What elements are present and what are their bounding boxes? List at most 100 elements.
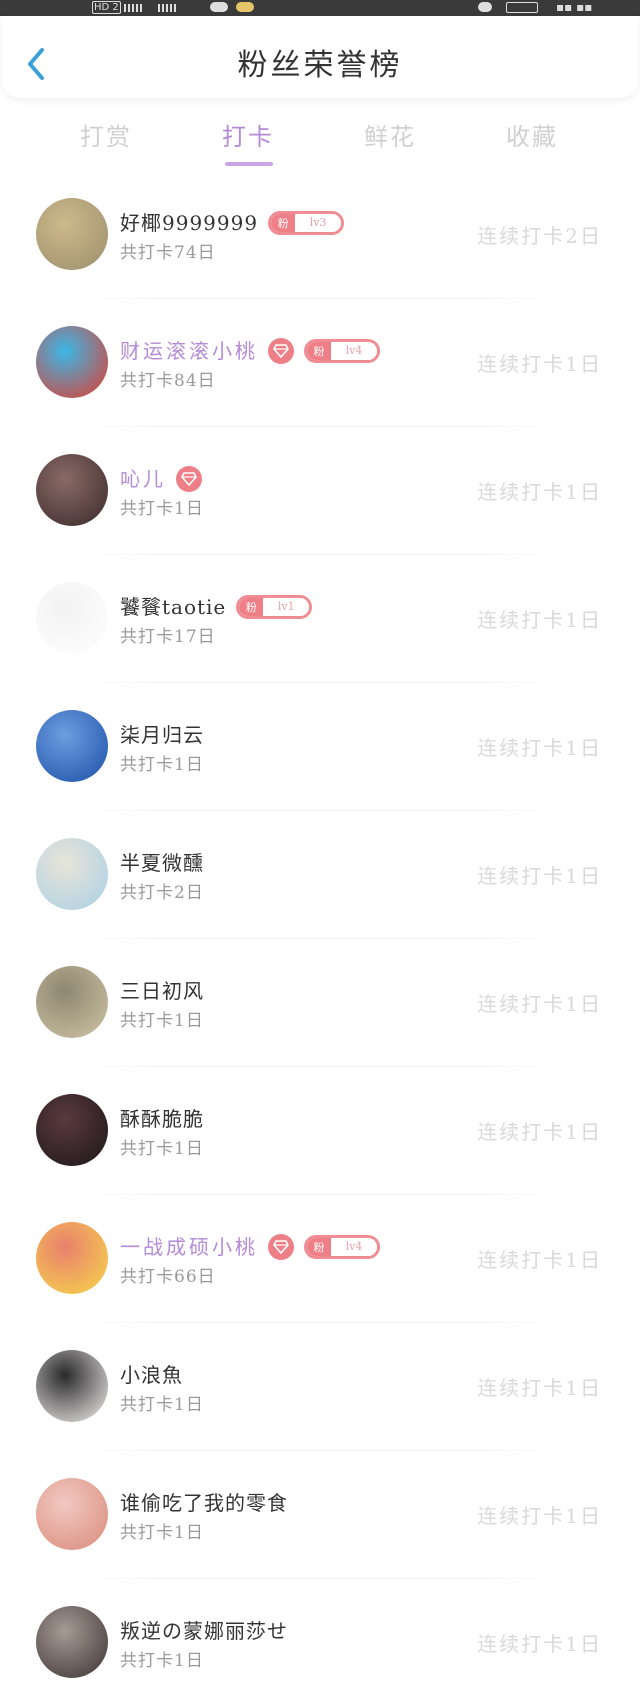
username: 一战成硕小桃 <box>120 1235 258 1259</box>
total-checkin-days: 共打卡1日 <box>120 1139 204 1159</box>
list-item[interactable]: 酥酥脆脆共打卡1日 连续打卡1日 <box>0 1078 640 1206</box>
list-item[interactable]: 叛逆の蒙娜丽莎せ共打卡1日 连续打卡1日 <box>0 1590 640 1705</box>
top-bar: 粉丝荣誉榜 <box>2 16 638 98</box>
tab-bar: 打赏 打卡 鲜花 收藏 <box>0 112 640 168</box>
fan-badge-prefix: 粉 <box>271 214 296 232</box>
fan-badge-prefix: 粉 <box>307 1238 331 1256</box>
name-line: 饕餮taotie 粉 lv1 <box>120 592 313 622</box>
name-line: 小浪魚 <box>120 1360 183 1390</box>
row-divider <box>80 682 560 683</box>
name-line: 财运滚滚小桃 粉 lv4 <box>120 336 380 366</box>
username: 三日初风 <box>120 979 204 1003</box>
list-item[interactable]: 小浪魚 共打卡1日 连续打卡1日 <box>0 1334 640 1462</box>
username: 谁偷吃了我的零食 <box>120 1491 288 1515</box>
avatar[interactable] <box>36 1606 108 1678</box>
name-line: 好椰9999999 粉 lv3 <box>120 208 345 238</box>
avatar[interactable] <box>36 1350 108 1422</box>
wifi-icon <box>210 2 228 12</box>
avatar[interactable] <box>36 454 108 526</box>
fan-level-text: lv3 <box>295 214 342 232</box>
list-item[interactable]: 半夏微醺 共打卡2日 连续打卡1日 <box>0 822 640 950</box>
total-checkin-days: 共打卡1日 <box>120 499 204 519</box>
avatar[interactable] <box>36 326 108 398</box>
avatar[interactable] <box>36 838 108 910</box>
avatar[interactable] <box>36 582 108 654</box>
active-tab-indicator <box>225 162 273 166</box>
total-checkin-days: 共打卡1日 <box>120 1651 204 1671</box>
consecutive-checkin-days: 连续打卡1日 <box>477 1376 602 1400</box>
avatar[interactable] <box>36 1094 108 1166</box>
diamond-icon <box>176 466 202 492</box>
name-line: 三日初风 <box>120 976 204 1006</box>
fan-level-badge: 粉 lv4 <box>304 1235 380 1259</box>
list-item[interactable]: 谁偷吃了我的零食共打卡1日 连续打卡1日 <box>0 1462 640 1590</box>
row-divider <box>80 1194 560 1195</box>
page-title: 粉丝荣誉榜 <box>237 48 403 83</box>
username: 酥酥脆脆 <box>120 1107 204 1131</box>
row-divider <box>80 554 560 555</box>
total-checkin-days: 共打卡2日 <box>120 883 204 903</box>
total-checkin-days: 共打卡1日 <box>120 1011 204 1031</box>
username: 吣儿 <box>120 467 166 491</box>
consecutive-checkin-days: 连续打卡2日 <box>477 224 602 248</box>
avatar[interactable] <box>36 966 108 1038</box>
row-divider <box>80 1322 560 1323</box>
consecutive-checkin-days: 连续打卡1日 <box>477 1120 602 1144</box>
name-line: 吣儿 <box>120 464 202 494</box>
diamond-icon <box>268 338 294 364</box>
consecutive-checkin-days: 连续打卡1日 <box>477 1504 602 1528</box>
row-divider <box>80 810 560 811</box>
name-line: 酥酥脆脆 <box>120 1104 204 1134</box>
fan-badge-prefix: 粉 <box>239 598 264 616</box>
signal-icon <box>158 4 176 12</box>
clock-icon: ▪▪ ▪▪ <box>556 0 593 14</box>
list-item[interactable]: 一战成硕小桃 粉 lv4 共打卡66日 连续打卡1日 <box>0 1206 640 1334</box>
total-checkin-days: 共打卡1日 <box>120 755 204 775</box>
username: 半夏微醺 <box>120 851 204 875</box>
total-checkin-days: 共打卡74日 <box>120 243 216 263</box>
consecutive-checkin-days: 连续打卡1日 <box>477 736 602 760</box>
status-bar: HD 2 ▪▪ ▪▪ <box>0 0 640 16</box>
fan-level-badge: 粉 lv3 <box>268 211 345 235</box>
row-divider <box>80 1450 560 1451</box>
name-line: 谁偷吃了我的零食 <box>120 1488 288 1518</box>
consecutive-checkin-days: 连续打卡1日 <box>477 1632 602 1656</box>
tab-reward[interactable]: 打赏 <box>56 122 156 152</box>
name-line: 一战成硕小桃 粉 lv4 <box>120 1232 380 1262</box>
tab-flowers[interactable]: 鲜花 <box>340 122 440 152</box>
name-line: 柒月归云 <box>120 720 204 750</box>
list-item[interactable]: 财运滚滚小桃 粉 lv4 共打卡84日 连续打卡1日 <box>0 310 640 438</box>
total-checkin-days: 共打卡84日 <box>120 371 216 391</box>
list-item[interactable]: 吣儿共打卡1日 连续打卡1日 <box>0 438 640 566</box>
tab-favorites[interactable]: 收藏 <box>482 122 582 152</box>
avatar[interactable] <box>36 198 108 270</box>
avatar[interactable] <box>36 710 108 782</box>
signal-icon <box>124 4 142 12</box>
notification-icon <box>236 2 254 12</box>
name-line: 半夏微醺 <box>120 848 204 878</box>
row-divider <box>80 1066 560 1067</box>
diamond-icon <box>268 1234 294 1260</box>
tab-checkin[interactable]: 打卡 <box>198 122 298 152</box>
avatar[interactable] <box>36 1222 108 1294</box>
list-item[interactable]: 柒月归云共打卡1日 连续打卡1日 <box>0 694 640 822</box>
list-item[interactable]: 三日初风 共打卡1日 连续打卡1日 <box>0 950 640 1078</box>
network-badge: HD 2 <box>92 1 121 14</box>
fan-level-text: lv4 <box>331 1238 377 1256</box>
consecutive-checkin-days: 连续打卡1日 <box>477 480 602 504</box>
list-item[interactable]: 饕餮taotie 粉 lv1 共打卡17日 连续打卡1日 <box>0 566 640 694</box>
fan-level-text: lv4 <box>331 342 377 360</box>
row-divider <box>80 426 560 427</box>
avatar[interactable] <box>36 1478 108 1550</box>
total-checkin-days: 共打卡17日 <box>120 627 216 647</box>
username: 财运滚滚小桃 <box>120 339 258 363</box>
consecutive-checkin-days: 连续打卡1日 <box>477 1248 602 1272</box>
username: 叛逆の蒙娜丽莎せ <box>120 1619 288 1643</box>
username: 小浪魚 <box>120 1363 183 1387</box>
name-line: 叛逆の蒙娜丽莎せ <box>120 1616 288 1646</box>
fan-level-text: lv1 <box>263 598 310 616</box>
list-item[interactable]: 好椰9999999 粉 lv3 共打卡74日 连续打卡2日 <box>0 182 640 310</box>
username: 好椰9999999 <box>120 211 259 235</box>
total-checkin-days: 共打卡1日 <box>120 1523 204 1543</box>
alarm-icon <box>478 2 492 12</box>
